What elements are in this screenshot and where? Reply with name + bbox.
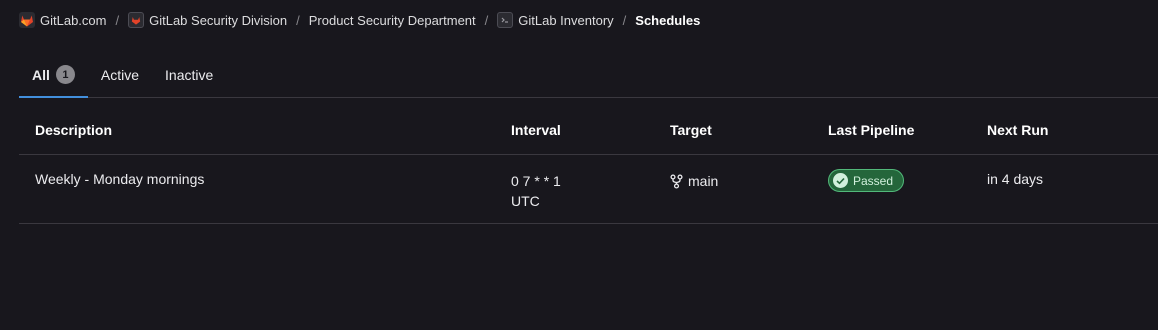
tab-label: Inactive — [165, 66, 214, 83]
pipeline-status-label: Passed — [853, 173, 894, 188]
column-header-next-run: Next Run — [987, 122, 1049, 138]
gitlab-tanuki-icon — [19, 12, 35, 28]
breadcrumb-separator: / — [115, 12, 120, 28]
check-circle-icon — [833, 173, 848, 188]
tab-active[interactable]: Active — [88, 52, 152, 97]
tab-label: Active — [100, 66, 140, 83]
breadcrumb-label: Product Security Department — [308, 12, 476, 28]
target-branch-link[interactable]: main — [688, 171, 718, 191]
table-row: Weekly - Monday mornings 0 7 * * 1 UTC m… — [19, 155, 1158, 224]
breadcrumb: GitLab.com / GitLab Security Division / … — [19, 10, 700, 30]
tab-label: All — [32, 66, 50, 83]
breadcrumb-separator: / — [484, 12, 489, 28]
breadcrumb-label: GitLab Inventory — [518, 12, 614, 28]
schedule-description: Weekly - Monday mornings — [35, 171, 205, 187]
breadcrumb-label: GitLab Security Division — [149, 12, 288, 28]
branch-icon — [670, 173, 683, 189]
schedule-last-pipeline: Passed — [812, 169, 971, 192]
schedule-tabs: All 1 Active Inactive — [19, 52, 1158, 98]
column-header-target: Target — [670, 122, 712, 138]
column-header-interval: Interval — [511, 122, 561, 138]
breadcrumb-separator: / — [622, 12, 627, 28]
breadcrumb-security-division[interactable]: GitLab Security Division — [128, 12, 287, 28]
breadcrumb-current-page: Schedules — [635, 12, 701, 28]
tab-all[interactable]: All 1 — [19, 52, 88, 98]
breadcrumb-gitlab-inventory[interactable]: GitLab Inventory — [497, 12, 614, 28]
interval-cron: 0 7 * * 1 — [511, 173, 561, 189]
column-header-last-pipeline: Last Pipeline — [828, 122, 915, 138]
breadcrumb-separator: / — [296, 12, 300, 28]
tab-inactive[interactable]: Inactive — [152, 52, 226, 97]
breadcrumb-gitlab-com[interactable]: GitLab.com — [19, 12, 106, 28]
schedules-table: Description Interval Target Last Pipelin… — [19, 106, 1158, 224]
project-icon — [497, 12, 514, 28]
group-icon — [128, 12, 145, 28]
schedule-target: main — [654, 171, 812, 191]
schedule-next-run: in 4 days — [987, 171, 1044, 187]
column-header-description: Description — [35, 122, 113, 138]
schedule-interval: 0 7 * * 1 UTC — [495, 171, 654, 211]
breadcrumb-label: GitLab.com — [40, 12, 107, 28]
table-header-row: Description Interval Target Last Pipelin… — [19, 106, 1158, 155]
breadcrumb-product-security[interactable]: Product Security Department — [309, 13, 476, 28]
pipeline-status-badge[interactable]: Passed — [828, 169, 905, 192]
tab-count-badge: 1 — [55, 65, 75, 84]
interval-timezone: UTC — [511, 193, 540, 209]
